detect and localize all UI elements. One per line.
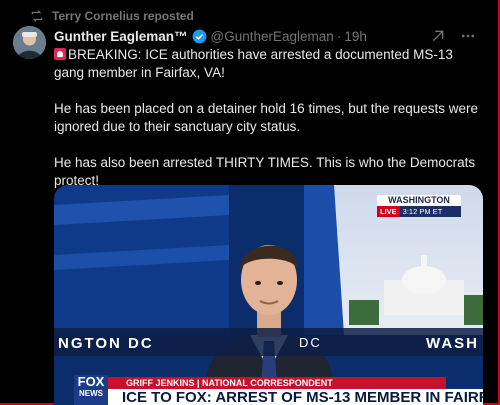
post-time[interactable]: 19h [344, 29, 367, 44]
backdrop-text-left: NGTON DC [58, 335, 154, 352]
author-handle[interactable]: @GuntherEagleman [211, 29, 334, 44]
lower-third-headline: ICE TO FOX: ARREST OF MS-13 MEMBER IN FA… [108, 389, 483, 405]
verified-badge-icon [192, 29, 206, 43]
live-indicator: LIVE 3:12 PM ET [377, 206, 461, 217]
avatar[interactable] [13, 26, 46, 59]
post-paragraph-1: BREAKING: ICE authorities have arrested … [54, 47, 453, 80]
header-actions [430, 26, 476, 46]
fox-news-logo: FOX NEWS [74, 375, 108, 405]
live-time: 3:12 PM ET [402, 207, 443, 216]
location-bug: WASHINGTON LIVE 3:12 PM ET [377, 195, 461, 217]
backdrop-text-mid: DC [299, 335, 322, 350]
backdrop-text-right: WASH [426, 335, 479, 352]
repost-indicator[interactable]: Terry Cornelius reposted [30, 8, 194, 24]
repost-icon [31, 10, 43, 22]
post-paragraph-2: He has been placed on a detainer hold 16… [54, 101, 479, 134]
post-text: BREAKING: ICE authorities have arrested … [54, 46, 479, 208]
live-label: LIVE [377, 206, 400, 217]
post-header: Gunther Eagleman™ @GuntherEagleman · 19h [54, 26, 490, 46]
siren-icon [54, 48, 66, 60]
video-player[interactable]: WASHINGTON LIVE 3:12 PM ET NGTON DC DC W… [54, 185, 483, 405]
video-frame [54, 185, 483, 405]
repost-label: Terry Cornelius reposted [52, 9, 194, 23]
author-name[interactable]: Gunther Eagleman™ [54, 29, 188, 44]
lower-third-name: GRIFF JENKINS | NATIONAL CORRESPONDENT [108, 377, 446, 389]
location-title: WASHINGTON [388, 195, 450, 205]
separator-dot: · [336, 28, 342, 44]
grok-icon[interactable] [430, 28, 446, 44]
more-options-icon[interactable] [460, 28, 476, 44]
